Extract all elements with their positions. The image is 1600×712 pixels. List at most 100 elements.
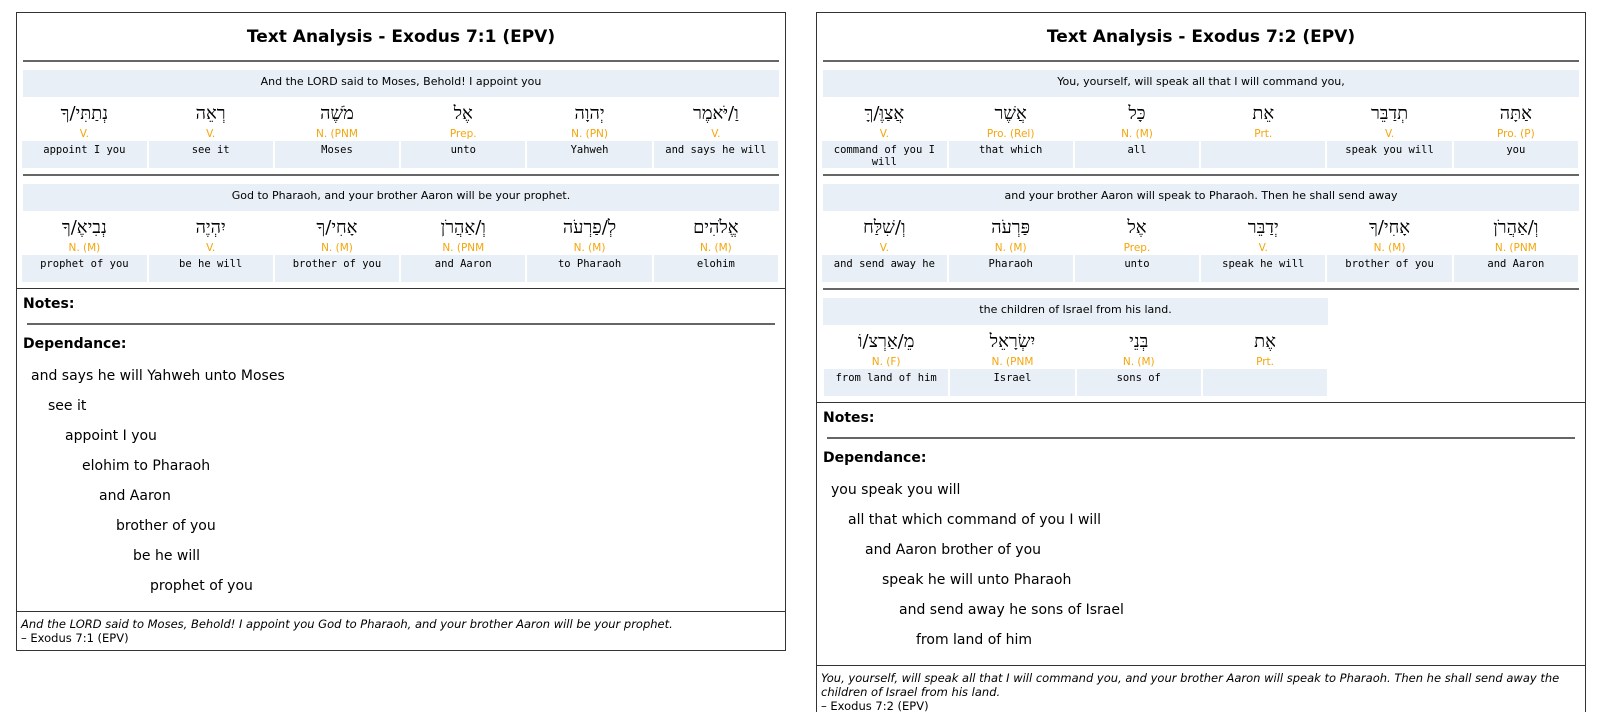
word-cell: וַ/יֹּאמֶר V. and says he will <box>652 97 779 168</box>
word-gloss: Israel <box>949 369 1076 396</box>
hebrew-word: יִהְיֶה <box>195 217 226 238</box>
notes-label: Notes: <box>823 410 875 426</box>
word-cell: בְּנֵי N. (M) sons of <box>1075 325 1202 396</box>
word-gloss: unto <box>1073 255 1201 282</box>
word-gloss: and send away he <box>821 255 948 282</box>
word-cell: אֱלֹהִים N. (M) elohim <box>652 211 779 282</box>
part-of-speech: N. (PNM <box>991 356 1034 368</box>
word-grid: וַ/יֹּאמֶר V. and says he will יְהוָה N. (PN… <box>21 97 779 168</box>
part-of-speech: Pro. (Rel) <box>986 128 1035 140</box>
hebrew-word: אֲצַוֶּ/ךָּ <box>864 103 905 124</box>
hebrew-word: מֹשֶׁה <box>320 103 354 124</box>
word-cell: וְ/שִׁלַּח V. and send away he <box>821 211 948 282</box>
word-gloss: be he will <box>147 255 274 282</box>
footer-quote: And the LORD said to Moses, Behold! I ap… <box>21 617 673 631</box>
hebrew-word: יְהוָה <box>574 103 605 124</box>
word-gloss: brother of you <box>1326 255 1453 282</box>
hebrew-word: פַּרְעֹה <box>991 217 1031 238</box>
hebrew-word: אַתָּה <box>1499 103 1532 124</box>
dependance-line: elohim to Pharaoh <box>82 458 211 474</box>
part-of-speech: N. (PNM <box>442 242 485 254</box>
part-of-speech: N. (F) <box>871 356 901 368</box>
hebrew-word: בְּנֵי <box>1129 331 1149 352</box>
part-of-speech: N. (M) <box>1121 128 1153 140</box>
dependance-line: from land of him <box>916 632 1033 648</box>
word-gloss: and Aaron <box>1452 255 1579 282</box>
hebrew-word: אֲשֶׁר <box>994 103 1027 124</box>
word-cell: יִשְׂרָאֵל N. (PNM Israel <box>949 325 1076 396</box>
part-of-speech: V. <box>879 242 889 254</box>
part-of-speech: N. (PNM <box>1494 242 1537 254</box>
hebrew-word: וְ/אַהֲרֹן <box>440 217 486 238</box>
part-of-speech: V. <box>879 128 889 140</box>
hebrew-word: יְדַבֵּר <box>1247 217 1279 238</box>
footer-reference: – Exodus 7:1 (EPV) <box>21 631 129 645</box>
part-of-speech: V. <box>711 128 721 140</box>
part-of-speech: V. <box>79 128 89 140</box>
hebrew-word: מֵ/אַרְצ/וֹ <box>857 331 915 352</box>
verse-footer: And the LORD said to Moses, Behold! I ap… <box>17 611 785 650</box>
word-cell: תְדַבֵּר V. speak you will <box>1326 97 1453 168</box>
word-gloss: to Pharaoh <box>526 255 653 282</box>
verse-segment: and your brother Aaron will speak to Pha… <box>817 176 1585 282</box>
word-gloss: Yahweh <box>526 141 653 168</box>
word-gloss: you <box>1452 141 1579 168</box>
part-of-speech: N. (M) <box>1373 242 1406 254</box>
dependance-line: speak he will unto Pharaoh <box>882 572 1072 588</box>
dependance-list: and says he will Yahweh unto Moses see it… <box>23 361 779 611</box>
verse-segment: God to Pharaoh, and your brother Aaron w… <box>17 176 785 282</box>
hebrew-word: וְ/אַהֲרֹן <box>1493 217 1539 238</box>
word-gloss: prophet of you <box>21 255 148 282</box>
footer-quote: You, yourself, will speak all that I wil… <box>821 671 1560 699</box>
footer-reference: – Exodus 7:2 (EPV) <box>821 699 929 712</box>
notes-section: Notes: Dependance: you speak you will all… <box>817 402 1585 665</box>
dependance-line: brother of you <box>116 518 216 534</box>
part-of-speech: N. (M) <box>994 242 1027 254</box>
dependance-label: Dependance: <box>823 450 927 466</box>
word-cell: פַּרְעֹה N. (M) Pharaoh <box>947 211 1074 282</box>
hebrew-word: אֶל <box>453 103 473 124</box>
word-gloss: command of you I will <box>821 141 948 168</box>
part-of-speech: N. (PNM <box>316 128 358 140</box>
segment-english-text: the children of Israel from his land. <box>823 298 1328 325</box>
notes-divider <box>27 323 775 325</box>
word-gloss: and Aaron <box>400 255 527 282</box>
word-gloss: elohim <box>652 255 779 282</box>
word-cell: יִהְיֶה V. be he will <box>147 211 274 282</box>
dependance-line: be he will <box>133 548 201 564</box>
part-of-speech: Prt. <box>1256 356 1274 368</box>
part-of-speech: Prep. <box>449 128 477 140</box>
word-gloss: unto <box>400 141 527 168</box>
word-cell: אַתָּה Pro. (P) you <box>1452 97 1579 168</box>
hebrew-word: תְדַבֵּר <box>1370 103 1409 124</box>
word-gloss: and says he will <box>652 141 779 168</box>
word-cell: אֵת Prt. <box>1200 97 1327 168</box>
word-cell: וְ/אַהֲרֹן N. (PNM and Aaron <box>1452 211 1579 282</box>
word-cell: אָחִי/ךָ N. (M) brother of you <box>273 211 401 282</box>
hebrew-word: אֶת <box>1254 331 1276 352</box>
part-of-speech: N. (M) <box>1122 356 1155 368</box>
part-of-speech: N. (M) <box>573 242 606 254</box>
dependance-line: you speak you will <box>831 482 961 498</box>
word-cell: אֲשֶׁר Pro. (Rel) that which <box>947 97 1074 168</box>
word-cell: נְתַתִּי/ךָ V. appoint I you <box>21 97 148 168</box>
dependance-line: all that which command of you I will <box>848 512 1102 528</box>
dependance-line: prophet of you <box>150 578 253 594</box>
segment-english-text: You, yourself, will speak all that I wil… <box>823 70 1579 97</box>
word-cell: יְדַבֵּר V. speak he will <box>1200 211 1327 282</box>
word-cell: מֹשֶׁה N. (PNM Moses <box>273 97 401 168</box>
hebrew-word: לְ/פַרְעֹה <box>562 217 617 238</box>
word-gloss: that which <box>947 141 1074 168</box>
word-cell: יְהוָה N. (PN) Yahweh <box>526 97 653 168</box>
part-of-speech: N. (M) <box>68 242 101 254</box>
word-gloss: speak he will <box>1200 255 1327 282</box>
notes-section: Notes: Dependance: and says he will Yahw… <box>17 288 785 611</box>
word-gloss: sons of <box>1075 369 1202 396</box>
word-gloss: from land of him <box>823 369 950 396</box>
part-of-speech: N. (M) <box>699 242 732 254</box>
hebrew-word: וְ/שִׁלַּח <box>863 217 906 238</box>
word-cell: אֶל Prep. unto <box>400 97 527 168</box>
word-gloss: Moses <box>273 141 401 168</box>
dependance-list: you speak you will all that which command… <box>823 475 1579 665</box>
word-cell: אֶת Prt. <box>1201 325 1329 396</box>
